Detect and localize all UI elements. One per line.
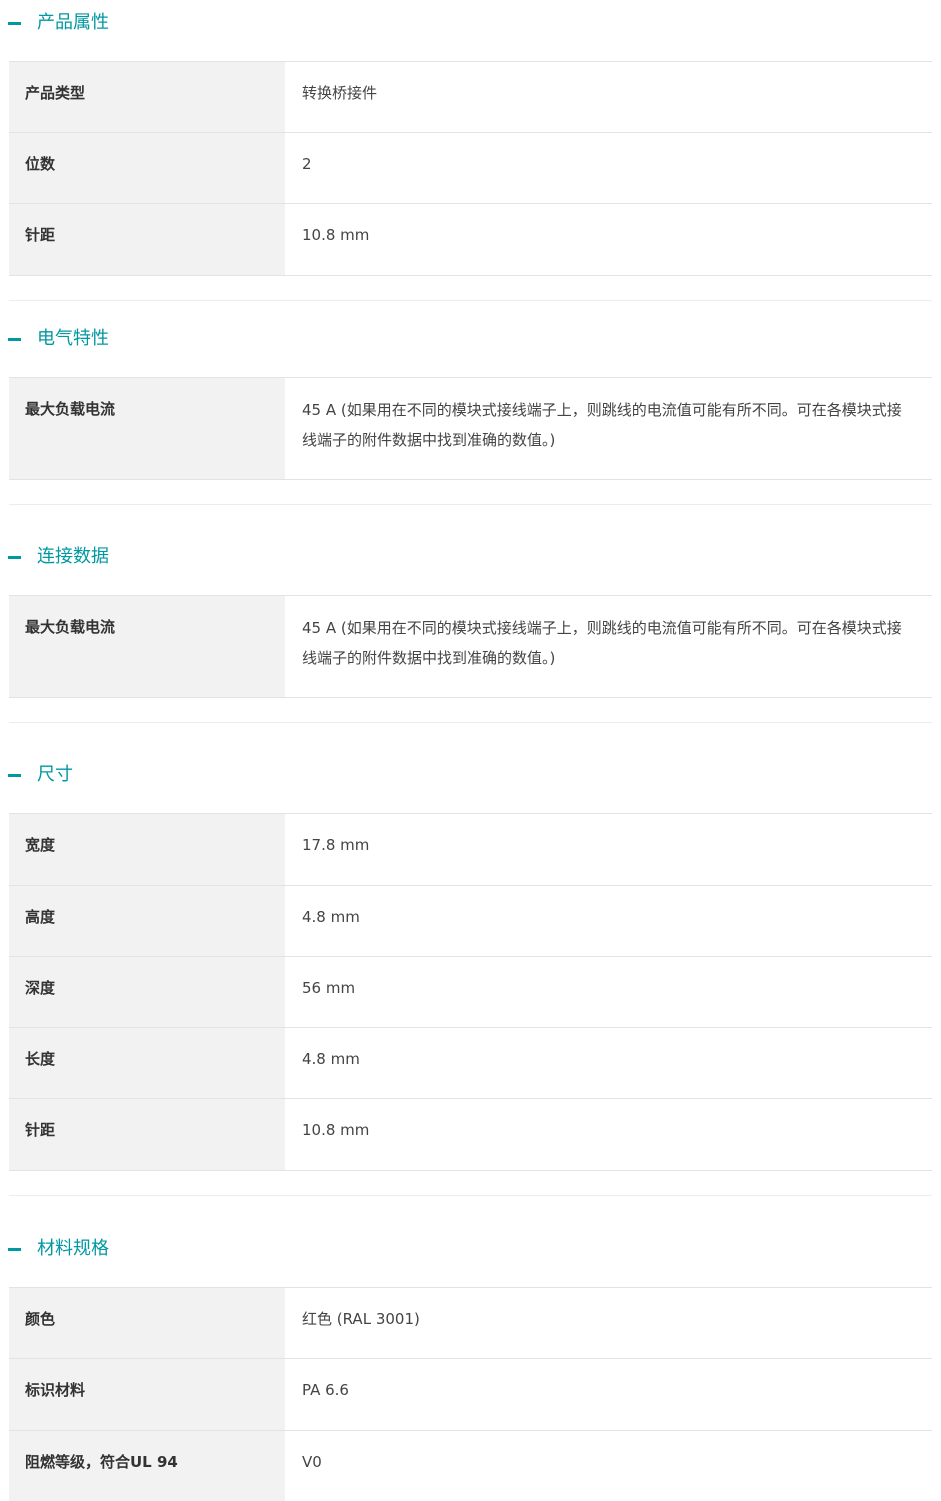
section-divider <box>9 1195 932 1196</box>
row-label: 针距 <box>9 1099 285 1170</box>
row-value: 56 mm <box>302 979 356 997</box>
collapse-minus-icon[interactable] <box>8 1247 21 1251</box>
table-row: 颜色 红色 (RAL 3001) <box>9 1288 932 1359</box>
section-connection: 连接数据 最大负载电流 45 A (如果用在不同的模块式接线端子上，则跳线的电流… <box>8 534 932 737</box>
row-value: PA 6.6 <box>302 1381 349 1399</box>
section-header-connection[interactable]: 连接数据 <box>8 534 932 580</box>
table-row: 阻燃等级，符合UL 94 V0 <box>9 1431 932 1501</box>
section-divider <box>9 504 932 505</box>
spec-table: 宽度 17.8 mm 高度 4.8 mm 深度 56 mm 长度 4.8 mm … <box>9 813 932 1171</box>
row-value: 4.8 mm <box>302 1050 360 1068</box>
row-value: 45 A (如果用在不同的模块式接线端子上，则跳线的电流值可能有所不同。可在各模… <box>302 619 902 667</box>
section-material: 材料规格 颜色 红色 (RAL 3001) 标识材料 PA 6.6 阻燃等级，符… <box>8 1226 932 1501</box>
row-label: 标识材料 <box>9 1359 285 1430</box>
row-label: 最大负载电流 <box>9 378 285 479</box>
section-divider <box>9 722 932 723</box>
section-header-product-properties[interactable]: 产品属性 <box>8 0 932 46</box>
spec-table: 最大负载电流 45 A (如果用在不同的模块式接线端子上，则跳线的电流值可能有所… <box>9 377 932 480</box>
section-product-properties: 产品属性 产品类型 转换桥接件 位数 2 针距 10.8 mm <box>8 0 932 301</box>
table-row: 针距 10.8 mm <box>9 1099 932 1171</box>
row-value: 10.8 mm <box>302 1121 370 1139</box>
row-label: 宽度 <box>9 814 285 885</box>
section-title: 材料规格 <box>37 1238 109 1259</box>
table-row: 标识材料 PA 6.6 <box>9 1359 932 1431</box>
row-label: 深度 <box>9 957 285 1027</box>
section-title: 产品属性 <box>37 12 109 33</box>
spec-table: 颜色 红色 (RAL 3001) 标识材料 PA 6.6 阻燃等级，符合UL 9… <box>9 1287 932 1501</box>
row-label: 高度 <box>9 886 285 956</box>
row-value: 45 A (如果用在不同的模块式接线端子上，则跳线的电流值可能有所不同。可在各模… <box>302 401 902 449</box>
table-row: 位数 2 <box>9 133 932 204</box>
table-row: 长度 4.8 mm <box>9 1028 932 1099</box>
table-row: 宽度 17.8 mm <box>9 814 932 886</box>
section-title: 连接数据 <box>37 546 109 567</box>
table-row: 最大负载电流 45 A (如果用在不同的模块式接线端子上，则跳线的电流值可能有所… <box>9 596 932 698</box>
section-title: 尺寸 <box>37 764 73 785</box>
table-row: 深度 56 mm <box>9 957 932 1028</box>
table-row: 最大负载电流 45 A (如果用在不同的模块式接线端子上，则跳线的电流值可能有所… <box>9 378 932 480</box>
row-label: 最大负载电流 <box>9 596 285 697</box>
spec-container: 产品属性 产品类型 转换桥接件 位数 2 针距 10.8 mm 电气特性 最大负… <box>8 0 932 1501</box>
collapse-minus-icon[interactable] <box>8 337 21 341</box>
table-row: 产品类型 转换桥接件 <box>9 62 932 133</box>
row-label: 颜色 <box>9 1288 285 1358</box>
row-label: 针距 <box>9 204 285 275</box>
section-header-electrical[interactable]: 电气特性 <box>8 316 932 362</box>
spec-table: 最大负载电流 45 A (如果用在不同的模块式接线端子上，则跳线的电流值可能有所… <box>9 595 932 698</box>
section-header-dimensions[interactable]: 尺寸 <box>8 752 932 798</box>
row-value: 2 <box>302 155 312 173</box>
row-value: 红色 (RAL 3001) <box>302 1310 420 1328</box>
section-divider <box>9 300 932 301</box>
row-value: V0 <box>302 1453 322 1471</box>
collapse-minus-icon[interactable] <box>8 773 21 777</box>
row-label: 产品类型 <box>9 62 285 132</box>
collapse-minus-icon[interactable] <box>8 21 21 25</box>
collapse-minus-icon[interactable] <box>8 555 21 559</box>
row-value: 转换桥接件 <box>302 84 378 102</box>
row-value: 4.8 mm <box>302 908 360 926</box>
row-label: 阻燃等级，符合UL 94 <box>9 1431 285 1501</box>
section-electrical: 电气特性 最大负载电流 45 A (如果用在不同的模块式接线端子上，则跳线的电流… <box>8 316 932 519</box>
row-label: 位数 <box>9 133 285 203</box>
row-label: 长度 <box>9 1028 285 1098</box>
row-value: 17.8 mm <box>302 836 370 854</box>
section-title: 电气特性 <box>37 328 109 349</box>
table-row: 高度 4.8 mm <box>9 886 932 957</box>
table-row: 针距 10.8 mm <box>9 204 932 276</box>
section-dimensions: 尺寸 宽度 17.8 mm 高度 4.8 mm 深度 56 mm 长度 4.8 … <box>8 752 932 1211</box>
row-value: 10.8 mm <box>302 226 370 244</box>
section-header-material[interactable]: 材料规格 <box>8 1226 932 1272</box>
spec-table: 产品类型 转换桥接件 位数 2 针距 10.8 mm <box>9 61 932 276</box>
